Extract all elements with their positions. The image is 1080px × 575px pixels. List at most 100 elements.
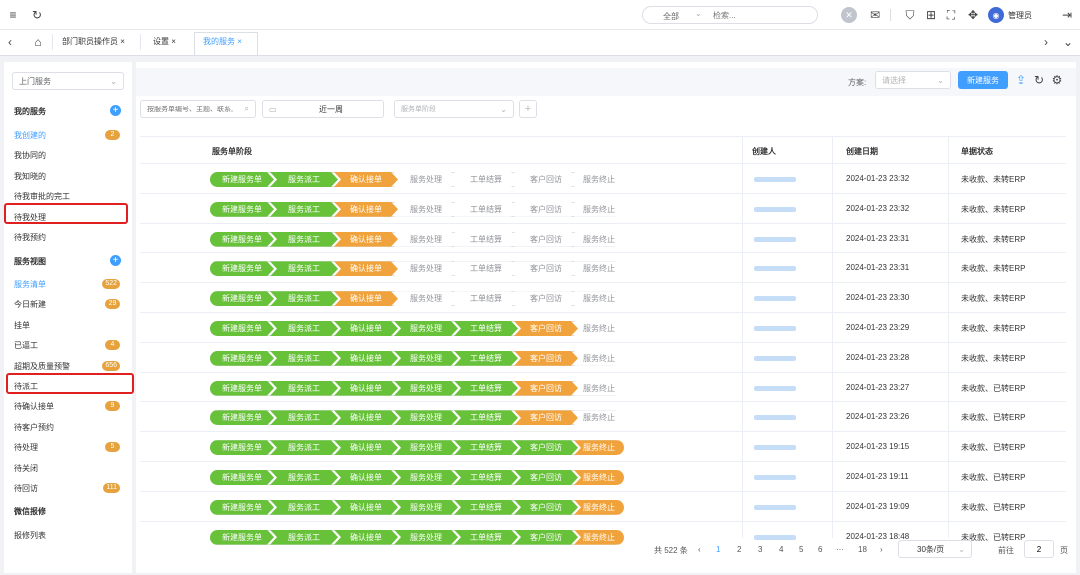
add-filter-button[interactable]: + (519, 100, 537, 118)
chevron-left-icon[interactable]: ‹ (4, 35, 16, 49)
sidebar-item[interactable]: 待客户预约 (4, 418, 132, 436)
sidebar-item[interactable]: 超期及质量预警 656 (4, 357, 132, 375)
sidebar-item[interactable]: 待我预约 (4, 228, 132, 246)
sidebar-item[interactable]: 已逼工 4 (4, 336, 132, 354)
menu-icon[interactable]: ≡ (6, 8, 20, 22)
table-row[interactable]: 新建服务单 服务派工 确认接单 服务处理 工单结算 客户回访 服务终止 2024-01-23 … (140, 222, 1066, 253)
sidebar-item[interactable]: 服务清单 522 (4, 275, 132, 293)
new-service-button[interactable]: 新建服务 (958, 71, 1008, 89)
page-number[interactable]: 18 (858, 545, 867, 554)
page-number[interactable]: 2 (737, 545, 741, 554)
keyword-search-input[interactable] (147, 105, 243, 113)
count-badge: 656 (102, 360, 120, 371)
table-row[interactable]: 新建服务单 服务派工 确认接单 服务处理 工单结算 客户回访 服务终止 2024-01-23 … (140, 371, 1066, 402)
table-row[interactable]: 新建服务单 服务派工 确认接单 服务处理 工单结算 客户回访 服务终止 2024-01-23 … (140, 312, 1066, 342)
grid-icon[interactable]: ⊞ (924, 8, 938, 22)
doc-status: 未收款、已转ERP (961, 413, 1026, 423)
created-date: 2024-01-23 19:11 (846, 472, 909, 481)
user-circle-icon[interactable]: ✕ (841, 7, 857, 23)
stage-step: 客户回访 (514, 172, 578, 187)
sidebar: 上门服务 ⌄ 我的服务 + 我创建的 2 我协同的 我知晓的 待我审批的完工 待我处理 待我… (4, 62, 132, 573)
table-row[interactable]: 新建服务单 服务派工 确认接单 服务处理 工单结算 客户回访 服务终止 2024-01-23 … (140, 490, 1066, 521)
export-icon[interactable]: ⇪ (1014, 73, 1028, 87)
shield-icon[interactable]: ⛉ (903, 8, 917, 22)
next-page-icon[interactable]: › (880, 545, 883, 554)
filter-select[interactable]: 全部 (663, 11, 679, 22)
sidebar-item[interactable]: 我创建的 2 (4, 126, 132, 144)
chevron-right-icon[interactable]: › (1040, 35, 1052, 49)
tab-staff[interactable]: 部门职员操作员 × (62, 36, 125, 47)
refresh-icon[interactable]: ↻ (1032, 73, 1046, 87)
add-icon[interactable]: + (110, 255, 121, 266)
tab-settings[interactable]: 设置 × (153, 36, 176, 47)
page-number[interactable]: 1 (716, 545, 720, 554)
creator-name (754, 415, 796, 421)
stage-step: 客户回访 (514, 202, 578, 217)
count-badge: 5 (105, 442, 120, 453)
chevron-down-icon[interactable]: ⌄ (1062, 35, 1074, 49)
stage-step: 确认接单 (334, 381, 398, 396)
page-number[interactable]: 3 (758, 545, 762, 554)
prev-page-icon[interactable]: ‹ (698, 545, 701, 554)
tab-my-service[interactable]: 我的服务 × (203, 36, 242, 47)
table-row[interactable]: 新建服务单 服务派工 确认接单 服务处理 工单结算 客户回访 服务终止 2024-01-23 … (140, 192, 1066, 223)
search-icon[interactable]: ⌕ (245, 104, 249, 114)
logout-icon[interactable]: ⇥ (1060, 8, 1074, 22)
user-name[interactable]: 管理员 (1008, 10, 1032, 21)
stage-step: 确认接单 (334, 261, 398, 276)
count-badge: 522 (102, 279, 120, 289)
sidebar-item[interactable]: 报修列表 (4, 526, 132, 544)
add-icon[interactable]: + (110, 105, 121, 116)
goto-page-input[interactable] (1024, 540, 1054, 558)
sidebar-item[interactable]: 待关闭 (4, 459, 132, 477)
stage-step: 新建服务单 (210, 291, 274, 306)
stage-step: 服务处理 (394, 261, 458, 276)
page-number[interactable]: 4 (779, 545, 783, 554)
table-row[interactable]: 新建服务单 服务派工 确认接单 服务处理 工单结算 客户回访 服务终止 2024-01-23 … (140, 252, 1066, 282)
service-type-select[interactable]: 上门服务 ⌄ (12, 72, 124, 90)
stage-select[interactable]: 服务单阶段 ⌄ (394, 100, 514, 118)
sidebar-item[interactable]: 待回访 111 (4, 479, 132, 497)
stage-step: 服务派工 (270, 291, 338, 306)
sidebar-item[interactable]: 我知晓的 (4, 167, 132, 185)
chevron-down-icon: ⌄ (937, 75, 944, 85)
sidebar-item[interactable]: 待确认接单 9 (4, 397, 132, 415)
page-number[interactable]: ··· (836, 545, 844, 554)
created-date: 2024-01-23 23:27 (846, 382, 910, 392)
sidebar-item[interactable]: 挂单 (4, 316, 132, 334)
fullscreen-icon[interactable]: ⛶ (944, 8, 958, 22)
creator-name (754, 266, 796, 272)
sidebar-item[interactable]: 待处理 5 (4, 438, 132, 456)
page-size-select[interactable]: 30条/页 ⌄ (898, 540, 972, 558)
sidebar-item[interactable]: 今日新建 29 (4, 295, 132, 313)
page-number[interactable]: 5 (799, 545, 803, 554)
refresh-icon[interactable]: ↻ (30, 8, 44, 22)
home-icon[interactable]: ⌂ (32, 35, 44, 49)
table-row[interactable]: 新建服务单 服务派工 确认接单 服务处理 工单结算 客户回访 服务终止 2024-01-23 … (140, 163, 1066, 193)
chevron-down-icon[interactable]: ⌄ (695, 9, 702, 18)
page-number[interactable]: 6 (818, 545, 822, 554)
stage-step: 服务处理 (394, 172, 458, 187)
stage-step: 工单结算 (454, 351, 518, 366)
mail-icon[interactable]: ✉ (868, 8, 882, 22)
scheme-select[interactable]: 请选择 ⌄ (875, 71, 951, 89)
stage-step: 工单结算 (454, 291, 518, 306)
doc-status: 未收款、已转ERP (961, 502, 1026, 512)
table-row[interactable]: 新建服务单 服务派工 确认接单 服务处理 工单结算 客户回访 服务终止 2024-01-23 … (140, 461, 1066, 491)
date-range-field[interactable]: ▭ 近一周 (262, 100, 384, 118)
stage-step: 服务派工 (270, 530, 338, 545)
keyword-search-field[interactable]: ⌕ (140, 100, 256, 118)
avatar[interactable]: ◉ (988, 7, 1004, 23)
settings-gear-icon[interactable]: ⚙ (1050, 73, 1064, 87)
sidebar-item[interactable]: 我协同的 (4, 146, 132, 164)
table-row[interactable]: 新建服务单 服务派工 确认接单 服务处理 工单结算 客户回访 服务终止 2024-01-23 … (140, 341, 1066, 372)
created-date: 2024-01-23 23:31 (846, 233, 910, 243)
sidebar-item-label: 待关闭 (14, 463, 38, 473)
search-filter-group: 全部 ⌄ (642, 6, 818, 24)
table-row[interactable]: 新建服务单 服务派工 确认接单 服务处理 工单结算 客户回访 服务终止 2024-01-23 … (140, 282, 1066, 312)
stage-step: 服务处理 (394, 321, 458, 336)
search-input[interactable] (713, 8, 813, 22)
app-icon[interactable]: ✥ (966, 8, 980, 22)
table-row[interactable]: 新建服务单 服务派工 确认接单 服务处理 工单结算 客户回访 服务终止 2024-01-23 … (140, 401, 1066, 431)
table-row[interactable]: 新建服务单 服务派工 确认接单 服务处理 工单结算 客户回访 服务终止 2024-01-23 … (140, 431, 1066, 461)
